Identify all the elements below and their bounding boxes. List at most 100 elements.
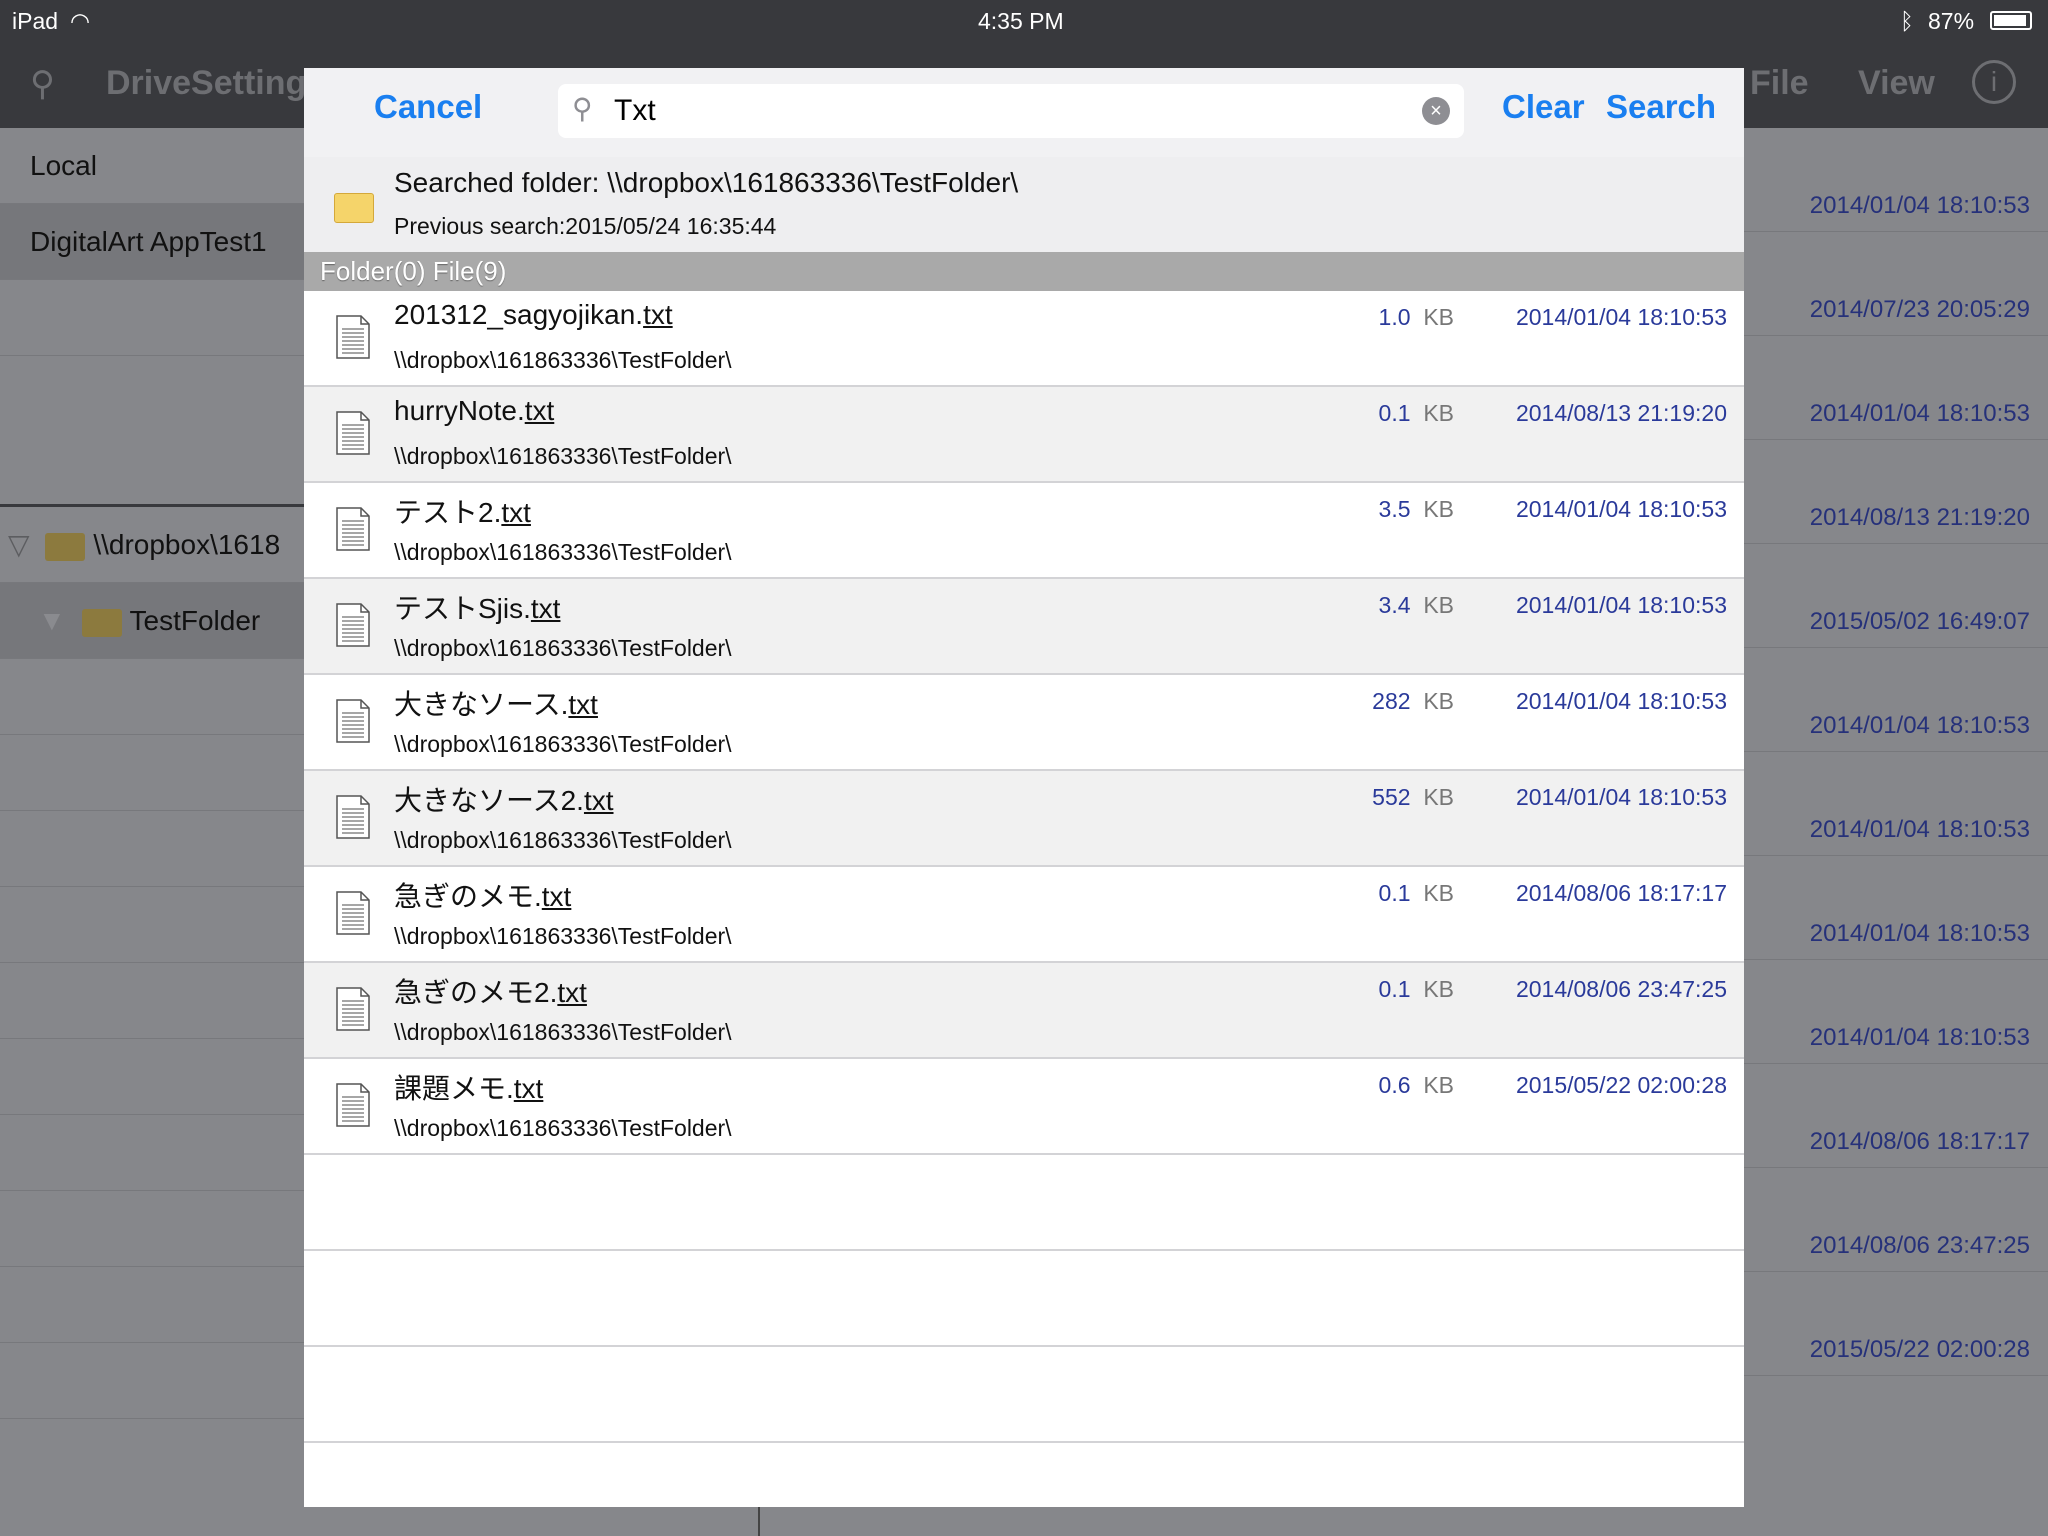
background-date: 2014/08/13 21:19:20	[1809, 504, 2030, 531]
file-name: hurryNote.txt	[394, 395, 555, 426]
file-size: 0.1 KB	[1378, 400, 1454, 426]
file-name: 大きなソース.txt	[394, 689, 598, 720]
folder-icon	[45, 532, 86, 561]
result-row[interactable]: テスト2.txt \\dropbox\161863336\TestFolder\ 3…	[304, 483, 1744, 579]
background-date: 2014/08/06 23:47:25	[1809, 1232, 2030, 1259]
file-path: \\dropbox\161863336\TestFolder\	[394, 347, 732, 373]
device-label: iPad	[12, 8, 59, 34]
result-row[interactable]: 急ぎのメモ2.txt \\dropbox\161863336\TestFolder…	[304, 963, 1744, 1059]
file-name: テストSjis.txt	[394, 593, 561, 624]
tree-item-label: TestFolder	[129, 605, 261, 636]
background-row: 2014/01/04 18:10:53	[1744, 336, 2048, 440]
background-row: 2014/01/04 18:10:53	[1744, 960, 2048, 1064]
background-date: 2014/01/04 18:10:53	[1809, 400, 2030, 427]
expand-triangle-icon[interactable]: ▼	[38, 605, 66, 636]
background-row: 2015/05/22 02:00:28	[1744, 1272, 2048, 1376]
sidebar-empty	[0, 811, 304, 887]
result-row[interactable]: hurryNote.txt \\dropbox\161863336\TestFol…	[304, 387, 1744, 483]
sidebar-empty	[0, 356, 304, 507]
background-row: 2014/01/04 18:10:53	[1744, 648, 2048, 752]
file-path: \\dropbox\161863336\TestFolder\	[394, 443, 732, 469]
file-path: \\dropbox\161863336\TestFolder\	[394, 1019, 732, 1045]
background-date: 2015/05/02 16:49:07	[1809, 608, 2030, 635]
empty-row	[304, 1347, 1744, 1443]
info-icon[interactable]: i	[1972, 60, 2016, 104]
sidebar-item-local[interactable]: Local	[0, 128, 304, 204]
tree-item-dropbox[interactable]: ▽ \\dropbox\1618	[0, 507, 304, 583]
file-path: \\dropbox\161863336\TestFolder\	[394, 923, 732, 949]
clear-text-icon[interactable]: ×	[1422, 97, 1450, 125]
text-file-icon	[336, 411, 370, 455]
search-input[interactable]	[614, 92, 1394, 130]
background-file-list: 2014/01/04 18:10:53 2014/07/23 20:05:29 20…	[1744, 128, 2048, 1536]
sidebar-empty	[0, 1115, 304, 1191]
file-size: 282 KB	[1372, 688, 1454, 714]
background-row: 2014/01/04 18:10:53	[1744, 128, 2048, 232]
search-header: Cancel ⚲ × Clear Search	[304, 68, 1744, 157]
search-button[interactable]: Search	[1606, 88, 1716, 126]
file-date: 2014/01/04 18:10:53	[1515, 688, 1727, 714]
text-file-icon	[336, 315, 370, 359]
expand-triangle-icon[interactable]: ▽	[8, 529, 30, 560]
tree-item-testfolder[interactable]: ▼ TestFolder	[0, 583, 304, 659]
file-size: 0.1 KB	[1378, 976, 1454, 1002]
text-file-icon	[336, 1083, 370, 1127]
background-date: 2014/01/04 18:10:53	[1809, 920, 2030, 947]
nav-title[interactable]: DriveSetting	[106, 64, 306, 103]
file-path: \\dropbox\161863336\TestFolder\	[394, 539, 732, 565]
file-size: 0.1 KB	[1378, 880, 1454, 906]
result-row[interactable]: 201312_sagyojikan.txt \\dropbox\161863336…	[304, 291, 1744, 387]
sidebar-empty	[0, 1267, 304, 1343]
search-icon: ⚲	[572, 93, 593, 124]
file-date: 2014/01/04 18:10:53	[1515, 304, 1727, 330]
folder-icon	[81, 608, 122, 637]
background-row: 2014/07/23 20:05:29	[1744, 232, 2048, 336]
file-name: 急ぎのメモ2.txt	[394, 977, 587, 1008]
result-row[interactable]: 大きなソース2.txt \\dropbox\161863336\TestFolde…	[304, 771, 1744, 867]
file-size: 1.0 KB	[1378, 304, 1454, 330]
sidebar-item-digitalart[interactable]: DigitalArt AppTest1	[0, 204, 304, 280]
background-date: 2014/01/04 18:10:53	[1809, 816, 2030, 843]
empty-row	[304, 1251, 1744, 1347]
search-field[interactable]: ⚲ ×	[558, 84, 1464, 138]
file-name: 急ぎのメモ.txt	[394, 881, 572, 912]
background-row: 2015/05/02 16:49:07	[1744, 544, 2048, 648]
background-row: 2014/08/06 18:17:17	[1744, 1064, 2048, 1168]
result-row[interactable]: 課題メモ.txt \\dropbox\161863336\TestFolder\ 0…	[304, 1059, 1744, 1155]
sidebar: Local DigitalArt AppTest1 ▽ \\dropbox\16…	[0, 128, 304, 1536]
previous-search: Previous search:2015/05/24 16:35:44	[394, 213, 777, 239]
file-date: 2014/08/06 23:47:25	[1515, 976, 1727, 1002]
bluetooth-icon: ᛒ	[1900, 8, 1914, 34]
background-row: 2014/08/13 21:19:20	[1744, 440, 2048, 544]
text-file-icon	[336, 603, 370, 647]
text-file-icon	[336, 507, 370, 551]
clear-button[interactable]: Clear	[1502, 88, 1585, 126]
file-size: 3.4 KB	[1378, 592, 1454, 618]
file-menu-button[interactable]: File	[1750, 64, 1809, 103]
file-name: 大きなソース2.txt	[394, 785, 614, 816]
result-row[interactable]: 大きなソース.txt \\dropbox\161863336\TestFolder…	[304, 675, 1744, 771]
sidebar-empty	[0, 963, 304, 1039]
file-name: テスト2.txt	[394, 497, 531, 528]
background-date: 2014/01/04 18:10:53	[1809, 192, 2030, 219]
view-menu-button[interactable]: View	[1858, 64, 1935, 103]
search-info: Searched folder: \\dropbox\161863336\Tes…	[304, 157, 1744, 252]
tree-item-label: \\dropbox\1618	[93, 529, 281, 560]
result-row[interactable]: テストSjis.txt \\dropbox\161863336\TestFolde…	[304, 579, 1744, 675]
cancel-button[interactable]: Cancel	[374, 88, 482, 126]
file-date: 2015/05/22 02:00:28	[1515, 1072, 1727, 1098]
sidebar-empty	[0, 1191, 304, 1267]
file-size: 552 KB	[1372, 784, 1454, 810]
text-file-icon	[336, 699, 370, 743]
file-path: \\dropbox\161863336\TestFolder\	[394, 635, 732, 661]
file-date: 2014/01/04 18:10:53	[1515, 496, 1727, 522]
sidebar-empty	[0, 735, 304, 811]
sidebar-empty	[0, 1343, 304, 1419]
file-path: \\dropbox\161863336\TestFolder\	[394, 1115, 732, 1141]
file-date: 2014/01/04 18:10:53	[1515, 592, 1727, 618]
search-icon[interactable]: ⚲	[30, 64, 55, 104]
folder-icon	[334, 193, 374, 223]
file-name: 201312_sagyojikan.txt	[394, 299, 673, 330]
result-row[interactable]: 急ぎのメモ.txt \\dropbox\161863336\TestFolder\…	[304, 867, 1744, 963]
file-path: \\dropbox\161863336\TestFolder\	[394, 731, 732, 757]
